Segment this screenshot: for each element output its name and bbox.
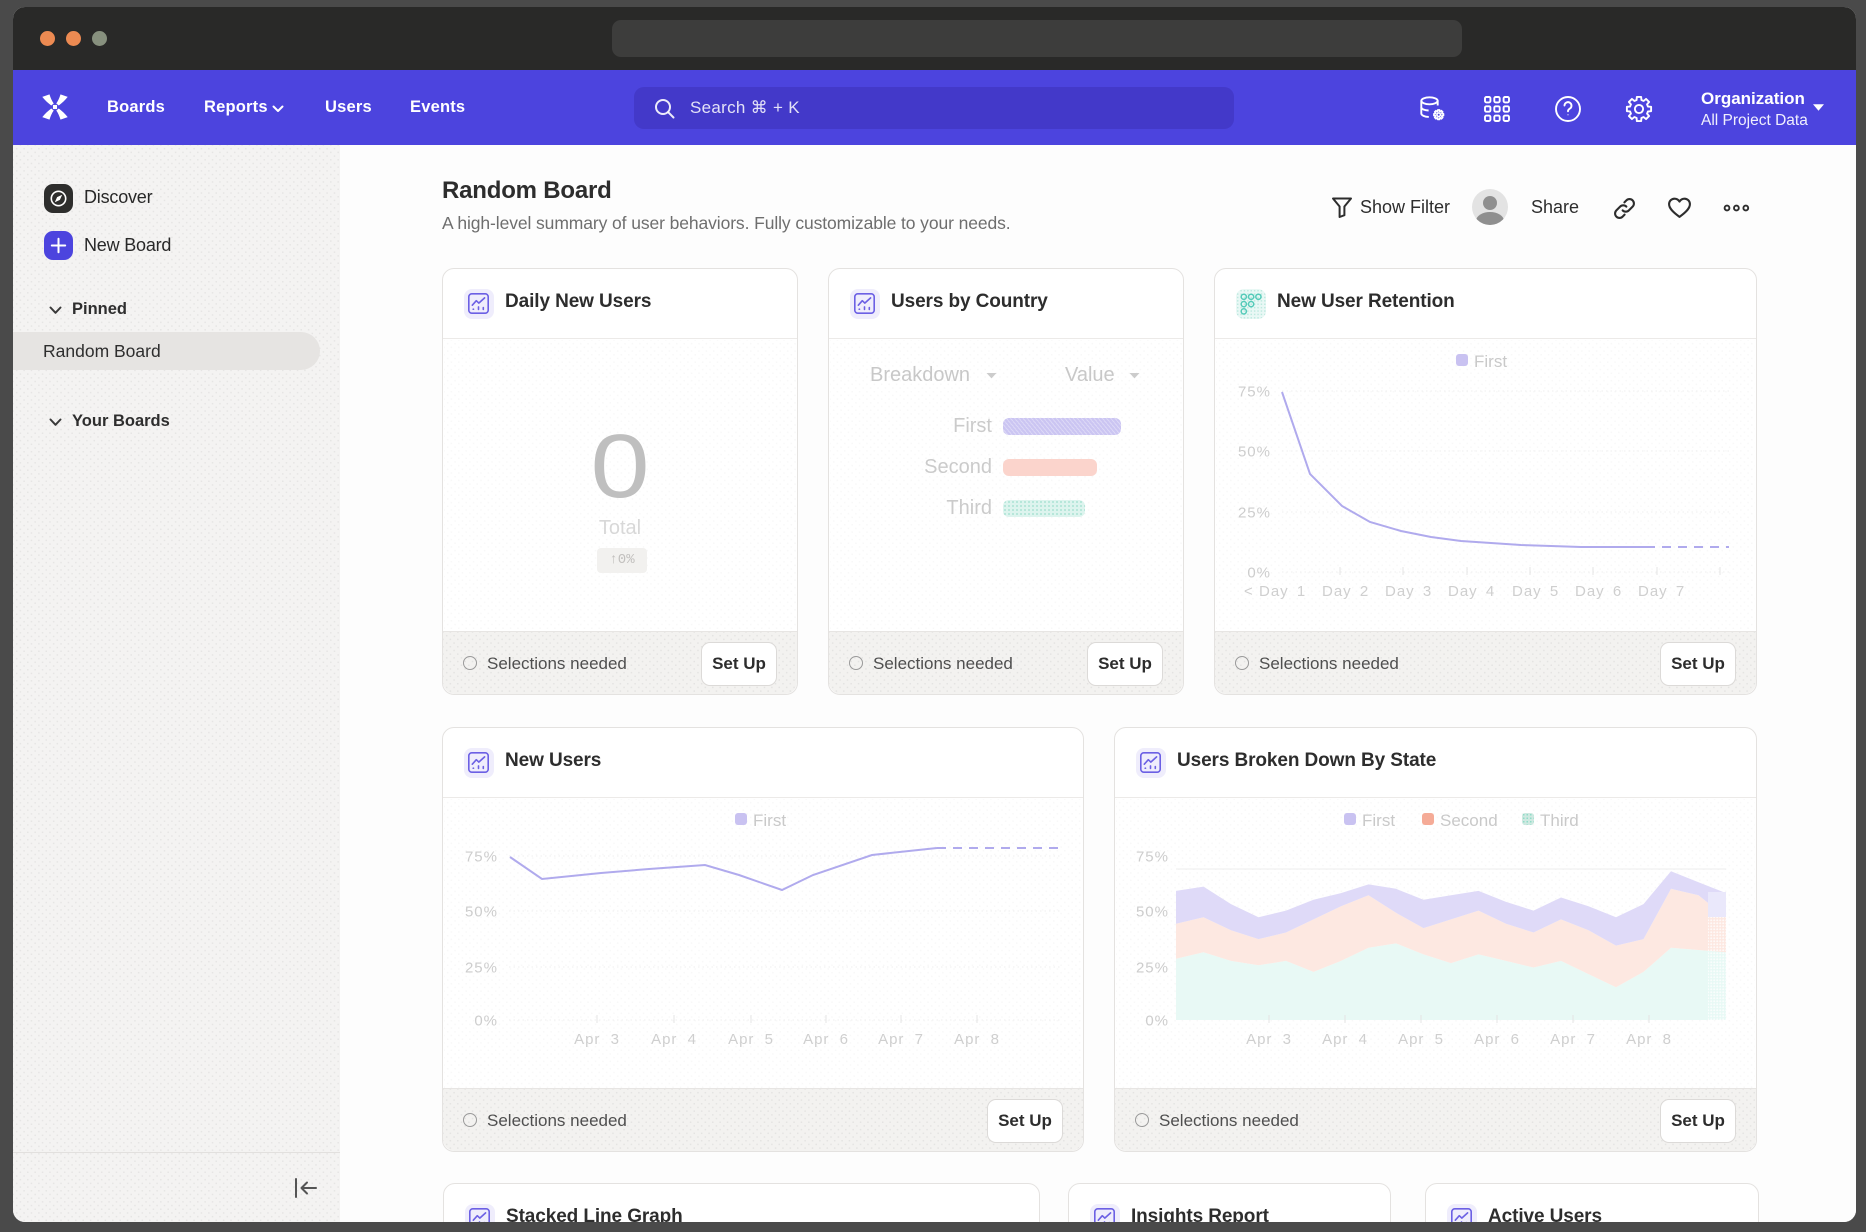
svg-text:25%: 25% [1136,960,1169,977]
svg-text:Apr 5: Apr 5 [1398,1031,1444,1048]
svg-text:Day 3: Day 3 [1385,583,1432,600]
svg-text:0%: 0% [474,1013,498,1030]
svg-text:Apr 4: Apr 4 [1322,1031,1368,1048]
svg-text:Apr 5: Apr 5 [728,1031,774,1048]
svg-text:Apr 7: Apr 7 [878,1031,924,1048]
svg-text:Apr 3: Apr 3 [574,1031,620,1048]
svg-text:Day 2: Day 2 [1322,583,1369,600]
svg-text:Day 5: Day 5 [1512,583,1559,600]
svg-text:50%: 50% [1238,444,1271,461]
svg-text:0%: 0% [1145,1013,1169,1030]
svg-text:75%: 75% [465,849,498,866]
svg-text:Apr 8: Apr 8 [1626,1031,1672,1048]
svg-text:Day 7: Day 7 [1638,583,1685,600]
svg-text:<: < [1244,583,1254,600]
svg-text:Day 4: Day 4 [1448,583,1495,600]
svg-text:Apr 8: Apr 8 [954,1031,1000,1048]
svg-text:Day 6: Day 6 [1575,583,1622,600]
svg-text:Apr 3: Apr 3 [1246,1031,1292,1048]
svg-text:25%: 25% [1238,505,1271,522]
svg-text:Apr 6: Apr 6 [803,1031,849,1048]
svg-text:Apr 4: Apr 4 [651,1031,697,1048]
svg-text:25%: 25% [465,960,498,977]
svg-text:50%: 50% [465,904,498,921]
svg-text:Apr 7: Apr 7 [1550,1031,1596,1048]
svg-text:Apr 6: Apr 6 [1474,1031,1520,1048]
svg-text:0%: 0% [1247,565,1271,582]
svg-text:Day 1: Day 1 [1259,583,1306,600]
svg-text:50%: 50% [1136,904,1169,921]
svg-text:75%: 75% [1238,384,1271,401]
svg-text:75%: 75% [1136,849,1169,866]
